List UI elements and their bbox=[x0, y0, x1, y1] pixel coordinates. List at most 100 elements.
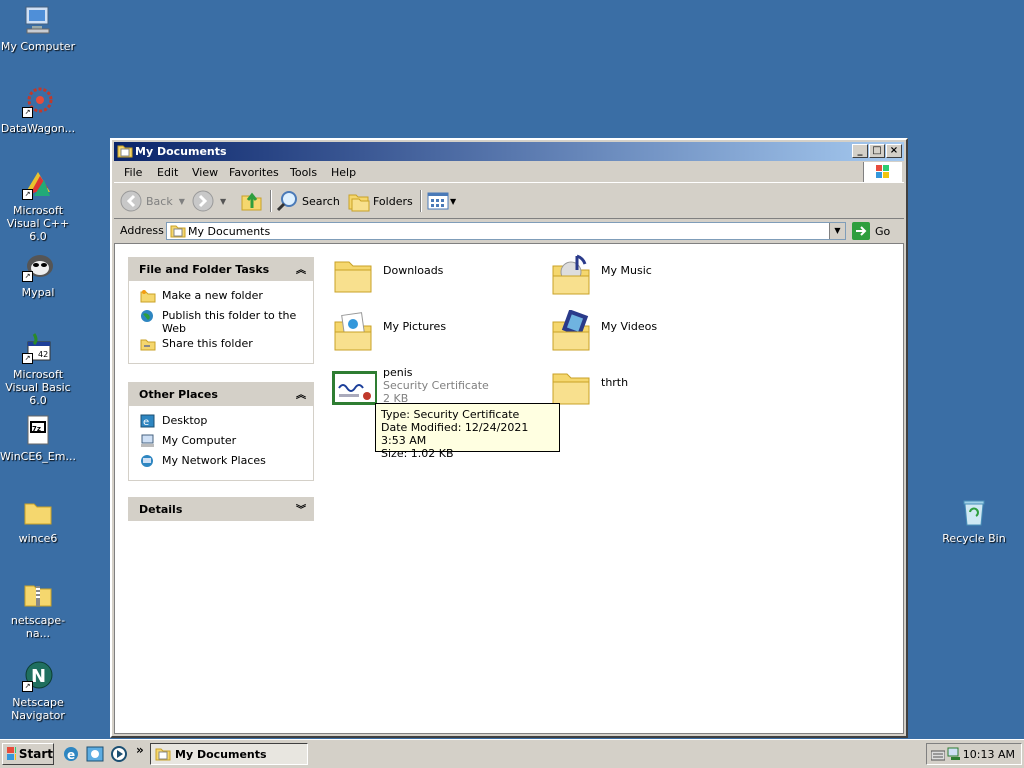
tooltip-modified: Date Modified: 12/24/2021 3:53 AM bbox=[381, 421, 529, 447]
go-button[interactable]: Go bbox=[852, 222, 890, 240]
chevron-down-icon[interactable]: ▼ bbox=[220, 197, 226, 206]
start-button[interactable]: Start bbox=[2, 743, 54, 765]
folder-item-my-videos[interactable]: My Videos bbox=[549, 310, 759, 354]
folder-item-my-music[interactable]: My Music bbox=[549, 254, 759, 298]
window-title: My Documents bbox=[135, 145, 227, 158]
internet-explorer-icon[interactable]: e bbox=[62, 745, 80, 763]
tooltip-type: Type: Security Certificate bbox=[381, 408, 520, 421]
menu-edit[interactable]: Edit bbox=[157, 166, 178, 179]
views-icon bbox=[427, 192, 449, 210]
menu-file[interactable]: File bbox=[124, 166, 142, 179]
item-name: thrth bbox=[601, 376, 629, 389]
back-label: Back bbox=[146, 194, 173, 208]
other-places-header[interactable]: Other Places ︽ bbox=[128, 382, 314, 406]
taskbar-button-my-documents[interactable]: My Documents bbox=[150, 743, 308, 765]
search-label: Search bbox=[302, 194, 340, 208]
desktop-icon-label: Netscape Navigator bbox=[11, 696, 65, 722]
search-button[interactable]: Search bbox=[276, 190, 340, 212]
toolbar: Back ▼ ▼ Search Folders ▼ bbox=[114, 184, 904, 219]
desktop-icon-visual-cpp[interactable]: ↗ Microsoft Visual C++ 6.0 bbox=[0, 168, 76, 243]
place-my-computer[interactable]: My Computer bbox=[140, 434, 307, 452]
mypal-icon: ↗ bbox=[22, 250, 54, 282]
desktop-icon-label: netscape-na... bbox=[10, 614, 66, 640]
desktop-icon-label: My Computer bbox=[0, 40, 76, 53]
menu-tools[interactable]: Tools bbox=[290, 166, 317, 179]
task-publish-to-web[interactable]: Publish this folder to the Web bbox=[140, 309, 307, 335]
tasks-panel-title: File and Folder Tasks bbox=[139, 263, 270, 276]
media-player-icon[interactable] bbox=[110, 745, 128, 763]
title-bar[interactable]: My Documents _ □ × bbox=[114, 142, 904, 161]
up-folder-button[interactable] bbox=[240, 190, 264, 212]
address-input[interactable]: My Documents ▼ bbox=[166, 222, 846, 240]
collapse-icon[interactable]: ︽ bbox=[296, 261, 306, 276]
menu-favorites[interactable]: Favorites bbox=[229, 166, 279, 179]
file-info-tooltip: Type: Security Certificate Date Modified… bbox=[375, 403, 560, 460]
desktop-icon-datawagon[interactable]: ↗ DataWagon... bbox=[0, 86, 76, 135]
search-icon bbox=[276, 191, 297, 212]
shortcut-arrow-icon: ↗ bbox=[22, 189, 33, 200]
address-dropdown-button[interactable]: ▼ bbox=[829, 223, 845, 239]
desktop-icon-label: Microsoft Visual C++ 6.0 bbox=[6, 204, 70, 243]
zip-folder-icon bbox=[22, 578, 54, 610]
7z-archive-icon: 7z bbox=[22, 414, 54, 446]
desktop-icon-wince6[interactable]: wince6 bbox=[0, 496, 76, 545]
desktop-icon: e bbox=[140, 414, 156, 428]
desktop-icon-label: Microsoft Visual Basic 6.0 bbox=[5, 368, 71, 407]
my-computer-icon bbox=[22, 4, 54, 36]
menu-help[interactable]: Help bbox=[331, 166, 356, 179]
start-label: Start bbox=[18, 747, 53, 761]
place-my-network-places[interactable]: My Network Places bbox=[140, 454, 307, 472]
chevron-down-icon[interactable]: ▼ bbox=[179, 197, 185, 206]
collapse-icon[interactable]: ︽ bbox=[296, 386, 306, 401]
address-bar: Address My Documents ▼ Go bbox=[114, 220, 904, 242]
views-button[interactable]: ▼ bbox=[426, 190, 456, 212]
close-button[interactable]: × bbox=[886, 144, 902, 158]
new-folder-icon bbox=[140, 289, 156, 303]
folder-item-thrth[interactable]: thrth bbox=[549, 366, 759, 410]
svg-text:e: e bbox=[67, 748, 75, 762]
clock[interactable]: 10:13 AM bbox=[963, 748, 1015, 761]
folders-button[interactable]: Folders bbox=[347, 190, 413, 212]
shortcut-arrow-icon: ↗ bbox=[22, 353, 33, 364]
place-label: Desktop bbox=[162, 414, 208, 427]
chevron-down-icon[interactable]: ▼ bbox=[450, 197, 456, 206]
netscape-icon: N ↗ bbox=[22, 660, 54, 692]
minimize-button[interactable]: _ bbox=[852, 144, 868, 158]
share-folder-icon bbox=[140, 337, 156, 351]
visual-cpp-icon: ↗ bbox=[22, 168, 54, 200]
place-label: My Network Places bbox=[162, 454, 266, 467]
folder-icon bbox=[170, 224, 186, 241]
desktop-icon-label: Recycle Bin bbox=[942, 532, 1006, 545]
network-icon[interactable] bbox=[947, 747, 961, 761]
desktop-icon-wince6-archive[interactable]: 7z WinCE6_Em... bbox=[0, 414, 76, 463]
maximize-button[interactable]: □ bbox=[869, 144, 885, 158]
desktop-icon-recycle-bin[interactable]: Recycle Bin bbox=[936, 496, 1012, 545]
desktop-icon-visual-basic[interactable]: 42 ↗ Microsoft Visual Basic 6.0 bbox=[0, 332, 76, 407]
certificate-icon bbox=[332, 371, 377, 405]
expand-icon[interactable]: ︾ bbox=[296, 501, 306, 516]
desktop-icon-label: wince6 bbox=[18, 532, 58, 545]
desktop-icon-my-computer[interactable]: My Computer bbox=[0, 4, 76, 53]
folder-icon bbox=[334, 261, 372, 293]
task-share-folder[interactable]: Share this folder bbox=[140, 337, 307, 355]
desktop-icon-netscape[interactable]: N ↗ Netscape Navigator bbox=[0, 660, 76, 722]
folder-icon bbox=[22, 496, 54, 528]
place-desktop[interactable]: e Desktop bbox=[140, 414, 307, 432]
folder-item-my-pictures[interactable]: My Pictures bbox=[331, 310, 541, 354]
item-type: Security Certificate bbox=[383, 379, 489, 392]
tasks-panel-header[interactable]: File and Folder Tasks ︽ bbox=[128, 257, 314, 281]
quick-launch-overflow[interactable]: » bbox=[136, 743, 144, 757]
task-make-new-folder[interactable]: Make a new folder bbox=[140, 289, 307, 307]
quick-launch: e bbox=[62, 745, 128, 763]
outlook-express-icon[interactable] bbox=[86, 745, 104, 763]
menu-view[interactable]: View bbox=[192, 166, 218, 179]
taskbar: Start e » My Documents 10:13 AM bbox=[0, 739, 1024, 768]
desktop-icon-netscape-archive[interactable]: netscape-na... bbox=[0, 578, 76, 640]
details-header[interactable]: Details ︾ bbox=[128, 497, 314, 521]
forward-button[interactable]: ▼ bbox=[192, 190, 226, 212]
folder-item-downloads[interactable]: Downloads bbox=[331, 254, 541, 298]
desktop-icon-mypal[interactable]: ↗ Mypal bbox=[0, 250, 76, 299]
back-button[interactable]: Back ▼ bbox=[120, 190, 185, 212]
keyboard-icon[interactable] bbox=[931, 749, 945, 761]
back-arrow-icon bbox=[120, 190, 142, 212]
